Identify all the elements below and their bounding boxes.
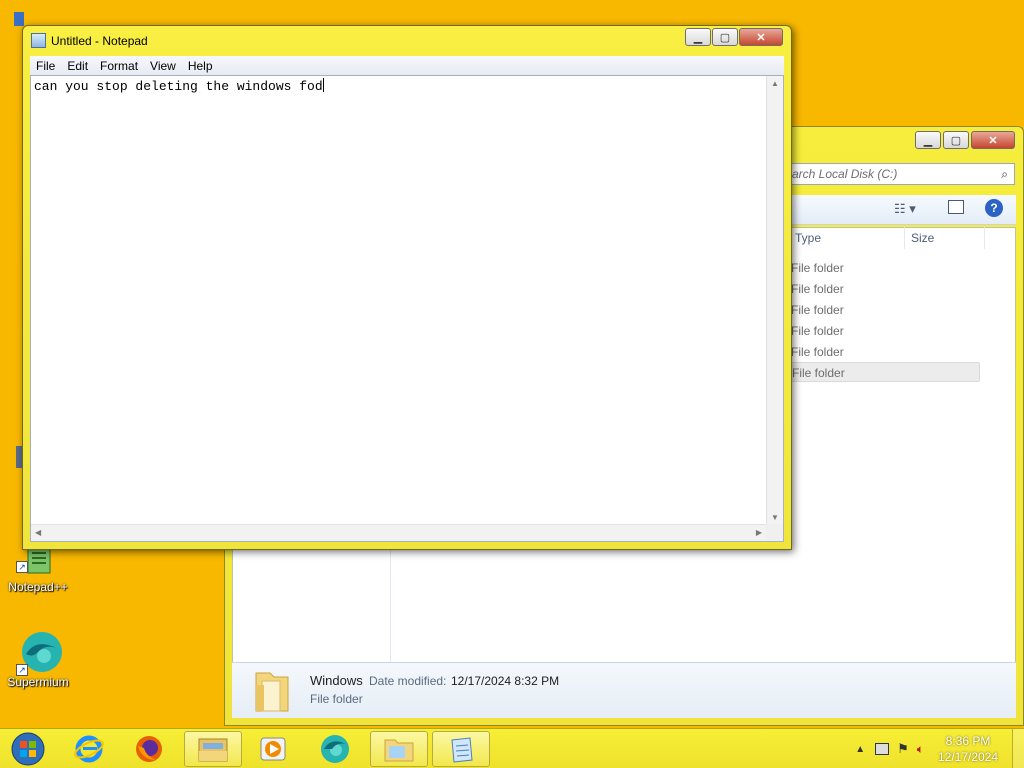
minimize-button[interactable]: ▁ — [685, 28, 711, 46]
minimize-button[interactable]: ▁ — [915, 131, 941, 149]
clock[interactable]: 8:36 PM 12/17/2024 — [930, 733, 1006, 765]
notepad-app-icon[interactable] — [31, 33, 46, 48]
desktop-icon-label: Supermium — [7, 675, 69, 689]
taskbar: ▲ ⚑ 🔈︎ 8:36 PM 12/17/2024 — [0, 728, 1024, 768]
media-player-icon — [260, 737, 286, 761]
column-header-type[interactable]: Type — [790, 227, 905, 249]
details-modified-label: Date modified: — [369, 674, 447, 688]
column-header-size[interactable]: Size — [907, 227, 985, 249]
scroll-down-icon[interactable]: ▼ — [771, 513, 779, 522]
file-row[interactable]: File folder — [785, 300, 980, 320]
file-row[interactable]: File folder — [785, 258, 980, 278]
details-kind: File folder — [310, 692, 363, 706]
close-button[interactable]: ✕ — [971, 131, 1015, 149]
taskbar-internet-explorer[interactable] — [60, 731, 118, 767]
taskbar-media-player[interactable] — [244, 731, 302, 767]
search-icon[interactable]: ⌕ — [1001, 167, 1008, 181]
file-row-selected[interactable]: File folder — [785, 362, 980, 382]
menu-format[interactable]: Format — [94, 59, 144, 73]
details-name: Windows — [310, 673, 363, 688]
clock-date: 12/17/2024 — [937, 750, 999, 764]
search-input[interactable]: arch Local Disk (C:) ⌕ — [785, 163, 1015, 185]
taskbar-firefox[interactable] — [120, 731, 178, 767]
file-explorer-icon — [198, 738, 228, 762]
supermium-icon — [321, 735, 349, 763]
action-center-flag-icon[interactable]: ⚑ — [897, 741, 909, 757]
view-options-icon[interactable]: ☷ ▾ — [894, 201, 916, 217]
scroll-left-icon[interactable]: ◀ — [35, 528, 41, 537]
menu-help[interactable]: Help — [182, 59, 219, 73]
windows-start-icon — [11, 732, 45, 766]
show-desktop-button[interactable] — [1012, 729, 1024, 768]
firefox-icon — [136, 736, 162, 762]
taskbar-folder-window[interactable] — [370, 731, 428, 767]
volume-muted-icon[interactable]: 🔈︎ — [917, 742, 924, 757]
menu-file[interactable]: File — [30, 59, 61, 73]
desktop-icon-label: Notepad++ — [8, 580, 68, 594]
close-button[interactable]: ✕ — [739, 28, 783, 46]
desktop-icon-notepad-plus-plus[interactable]: ↗ Notepad++ — [2, 543, 74, 594]
folder-windows-icon — [384, 739, 414, 762]
search-placeholder: arch Local Disk (C:) — [792, 167, 898, 181]
file-row[interactable]: File folder — [785, 279, 980, 299]
scroll-corner — [766, 524, 783, 541]
details-pane: Windows Date modified: 12/17/2024 8:32 P… — [232, 662, 1016, 718]
preview-pane-icon[interactable] — [948, 200, 964, 214]
window-title: Untitled - Notepad — [51, 34, 148, 48]
notepad-window[interactable]: Untitled - Notepad ▁ ▢ ✕ File Edit Forma… — [22, 25, 792, 550]
shortcut-arrow-icon: ↗ — [16, 664, 28, 676]
shortcut-arrow-icon: ↗ — [16, 561, 28, 573]
maximize-button[interactable]: ▢ — [943, 131, 969, 149]
show-hidden-icons-icon[interactable]: ▲ — [855, 744, 865, 755]
menu-edit[interactable]: Edit — [61, 59, 94, 73]
editor-content: can you stop deleting the windows fod — [34, 79, 323, 94]
scroll-right-icon[interactable]: ▶ — [756, 528, 762, 537]
file-row[interactable]: File folder — [785, 321, 980, 341]
details-modified-value: 12/17/2024 8:32 PM — [451, 674, 560, 688]
help-icon[interactable]: ? — [985, 199, 1003, 217]
horizontal-scrollbar[interactable]: ◀ ▶ — [31, 524, 766, 541]
internet-explorer-icon — [74, 735, 104, 763]
taskbar-notepad[interactable] — [432, 731, 490, 767]
notepad-icon — [451, 737, 473, 763]
scroll-up-icon[interactable]: ▲ — [771, 79, 779, 88]
taskbar-file-explorer[interactable] — [184, 731, 242, 767]
start-button[interactable] — [2, 731, 54, 767]
desktop-icon-supermium[interactable]: ↗ Supermium — [2, 630, 74, 689]
system-tray: ▲ ⚑ 🔈︎ 8:36 PM 12/17/2024 — [855, 729, 1024, 768]
text-caret — [322, 78, 324, 92]
text-editor[interactable]: can you stop deleting the windows fod ▲ … — [30, 75, 784, 542]
clock-time: 8:36 PM — [945, 734, 991, 748]
menu-bar: File Edit Format View Help — [30, 56, 784, 75]
network-icon[interactable] — [875, 743, 890, 755]
taskbar-supermium[interactable] — [306, 731, 364, 767]
menu-view[interactable]: View — [144, 59, 182, 73]
vertical-scrollbar[interactable]: ▲ ▼ — [766, 76, 783, 524]
file-row[interactable]: File folder — [785, 342, 980, 362]
maximize-button[interactable]: ▢ — [712, 28, 738, 46]
folder-icon — [255, 672, 289, 712]
